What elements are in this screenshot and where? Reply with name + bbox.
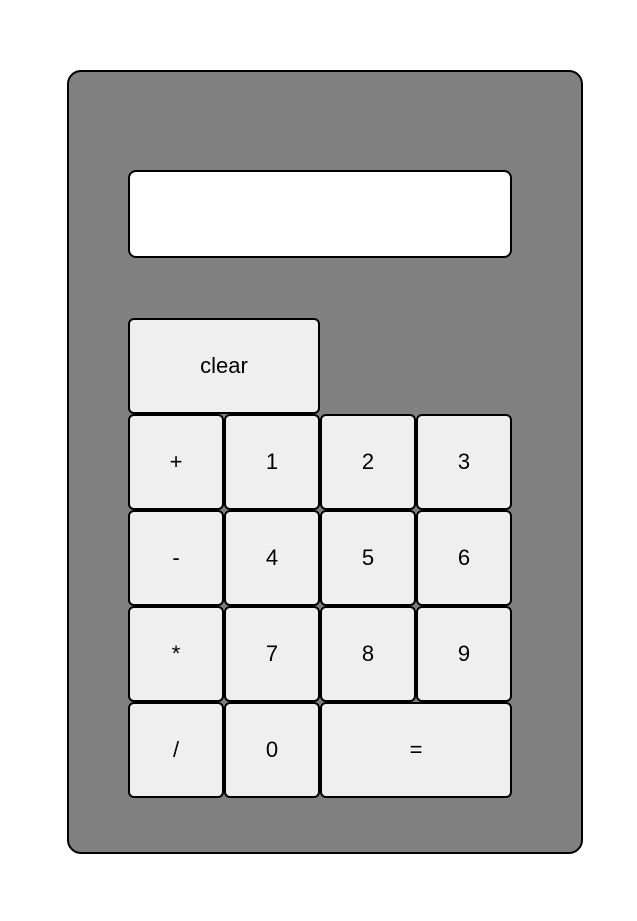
digit-9-button[interactable]: 9 [416,606,512,702]
calculator-body: clear + 1 2 3 - 4 5 6 * 7 8 9 / 0 = [67,70,583,854]
digit-1-button[interactable]: 1 [224,414,320,510]
calculator-display[interactable] [128,170,512,258]
digit-7-button[interactable]: 7 [224,606,320,702]
divide-button[interactable]: / [128,702,224,798]
digit-4-button[interactable]: 4 [224,510,320,606]
digit-3-button[interactable]: 3 [416,414,512,510]
digit-0-button[interactable]: 0 [224,702,320,798]
equals-button[interactable]: = [320,702,512,798]
plus-button[interactable]: + [128,414,224,510]
digit-5-button[interactable]: 5 [320,510,416,606]
digit-8-button[interactable]: 8 [320,606,416,702]
digit-6-button[interactable]: 6 [416,510,512,606]
digit-2-button[interactable]: 2 [320,414,416,510]
multiply-button[interactable]: * [128,606,224,702]
minus-button[interactable]: - [128,510,224,606]
clear-button[interactable]: clear [128,318,320,414]
